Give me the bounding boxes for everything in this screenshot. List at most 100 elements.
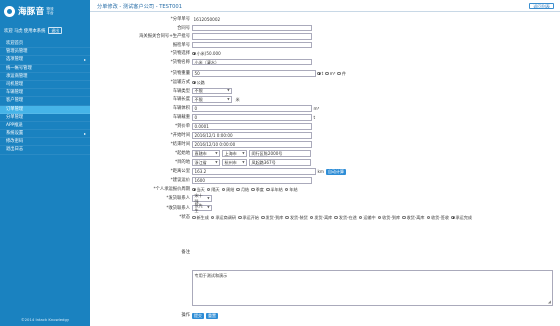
status-radio[interactable]	[285, 215, 289, 220]
vehicle-volume-input[interactable]: 0	[192, 105, 312, 112]
origin-city-select[interactable]: 上海市 ▼	[222, 150, 247, 157]
destination-detail-input[interactable]: 凤起路367号	[249, 159, 311, 166]
status-option[interactable]: 承运开始	[237, 215, 259, 221]
distance-input[interactable]: 163.2	[192, 168, 316, 175]
bid-period-option[interactable]: 周结	[221, 187, 234, 193]
customs-no-input[interactable]	[192, 33, 312, 40]
vehicle-load-input[interactable]: 0	[192, 114, 312, 121]
end-time-input[interactable]: 2016/12/10 0:00:00	[192, 141, 312, 148]
logout-button[interactable]: 退出	[48, 27, 62, 34]
sidebar-item[interactable]: 订单管理	[0, 105, 90, 114]
bid-period-radio[interactable]	[284, 187, 289, 192]
status-option[interactable]: 收货-签收	[426, 215, 449, 221]
bid-period-radio[interactable]	[206, 187, 211, 192]
bid-period-option[interactable]: 季度	[251, 187, 264, 193]
sidebar: 海豚音 物流 平台 欢迎 马虎 使用本系统 退出 欢迎首页 管理员管理 选项管理 ▸ 统…	[0, 0, 90, 326]
status-option[interactable]: 运输中	[358, 215, 376, 221]
sidebar-item[interactable]: 系统设置 ▸	[0, 130, 90, 139]
contract-no-input[interactable]	[192, 24, 312, 32]
start-time-input[interactable]: 2016/12/1 0:00:00	[192, 132, 312, 139]
sidebar-item[interactable]: 客户管理	[0, 97, 90, 106]
sidebar-item[interactable]: APP推送	[0, 122, 90, 131]
row-distance: *距离公里 163.2 km 自动计算	[90, 168, 560, 175]
status-option[interactable]: 收货-到库	[377, 215, 400, 221]
sidebar-item[interactable]: 管理员管理	[0, 48, 90, 57]
vehicle-type-select[interactable]: 不限 ▼	[192, 87, 232, 95]
sidebar-item-label: 系统设置	[6, 131, 24, 137]
status-option[interactable]: 发货-装货	[285, 215, 308, 221]
bid-period-radio[interactable]	[192, 187, 196, 192]
status-option[interactable]: 发货-在途	[334, 215, 357, 221]
sidebar-item[interactable]: 欢迎首页	[0, 40, 90, 49]
row-inspection-no: 报检单号	[90, 41, 560, 49]
sidebar-item[interactable]: 分单管理	[0, 114, 90, 122]
goods-name-input[interactable]: 小米（凄水）	[192, 58, 312, 66]
unit-m3-option[interactable]: m³	[325, 71, 335, 76]
status-radio[interactable]	[402, 215, 406, 220]
origin-detail-input[interactable]: 闵行区陈2000号	[249, 150, 311, 157]
bid-period-radio[interactable]	[236, 187, 240, 192]
remarks-textarea[interactable]: 专用于测试和演示 ◢	[192, 270, 553, 306]
row-goods-weight: *货物重量 50 t m³ 件	[90, 70, 560, 77]
status-option[interactable]: 承运商调研	[210, 215, 236, 221]
back-to-list-button[interactable]: 返回列表	[529, 3, 554, 9]
vehicle-length-select[interactable]: 不限 ▼	[192, 96, 232, 103]
bid-period-option[interactable]: 当天	[192, 187, 205, 193]
transport-radio[interactable]	[192, 80, 196, 85]
unit-t-option[interactable]: t	[317, 71, 323, 76]
status-radio[interactable]	[210, 215, 215, 220]
status-option[interactable]: 发货-到库	[260, 215, 283, 221]
submit-button[interactable]: 提交	[192, 312, 204, 319]
status-radio[interactable]	[237, 215, 242, 220]
destination-province-select[interactable]: 浙江省 ▼	[192, 159, 220, 166]
status-radio[interactable]	[309, 215, 314, 220]
bid-period-option[interactable]: 隔天	[206, 187, 220, 193]
logo-text: 海豚音	[18, 7, 45, 17]
sidebar-item[interactable]: 选项管理 ▸	[0, 56, 90, 65]
suggested-freight-input[interactable]: 1600	[192, 177, 312, 184]
transport-option[interactable]: 公路	[192, 80, 205, 86]
receiver-contact-select[interactable]: 张先生 ▼	[192, 203, 212, 213]
unit-m3-radio[interactable]	[325, 71, 329, 76]
status-radio[interactable]	[192, 215, 196, 220]
bid-period-radio[interactable]	[265, 187, 270, 192]
goods-weight-input[interactable]: 50	[192, 70, 316, 77]
status-option[interactable]: 发货-离库	[309, 215, 332, 221]
bid-period-option[interactable]: 年结	[284, 187, 298, 193]
inspection-no-input[interactable]	[192, 41, 312, 49]
sidebar-item[interactable]: 司机管理	[0, 81, 90, 90]
row-contract-no: 合同号	[90, 24, 560, 32]
status-radio[interactable]	[358, 215, 363, 220]
sidebar-item[interactable]: 车辆管理	[0, 89, 90, 98]
status-radio[interactable]	[377, 215, 382, 220]
sidebar-item[interactable]: 修改密码	[0, 138, 90, 147]
status-radio[interactable]	[260, 215, 265, 220]
reset-button[interactable]: 重置	[206, 312, 218, 319]
sidebar-item[interactable]: 退出日志	[0, 146, 90, 155]
bid-period-option[interactable]: 月结	[236, 187, 249, 193]
sidebar-item[interactable]: 统一帐号管理	[0, 65, 90, 73]
bid-period-option[interactable]: 半年结	[265, 187, 283, 193]
status-option[interactable]: 新生成	[192, 215, 209, 221]
status-radio[interactable]	[334, 215, 338, 220]
status-option[interactable]: 承运完成	[450, 215, 472, 221]
unit-pc-option[interactable]: 件	[337, 71, 346, 77]
goods-select-option[interactable]: 小米(50.000	[192, 51, 221, 57]
auto-calculate-button[interactable]: 自动计算	[326, 168, 347, 175]
destination-city-select[interactable]: 杭州市 ▼	[222, 159, 247, 166]
bid-period-radio[interactable]	[221, 187, 226, 192]
resize-grip-icon[interactable]: ◢	[548, 299, 551, 304]
row-customs-no: 海关报关合同号+生产批号	[90, 33, 560, 40]
status-radio[interactable]	[426, 215, 431, 220]
unit-t-radio[interactable]	[317, 71, 321, 76]
price-input[interactable]: 0.0001	[192, 123, 312, 130]
status-radio[interactable]	[450, 215, 455, 220]
bid-period-radio[interactable]	[251, 187, 255, 192]
status-option[interactable]: 收货-离库	[402, 215, 425, 221]
distance-unit: km	[317, 169, 325, 174]
shipper-contact-select[interactable]: 宋十强 ▼	[192, 193, 212, 204]
sidebar-item[interactable]: 承运商管理	[0, 73, 90, 81]
origin-province-select[interactable]: 直辖市 ▼	[192, 150, 220, 157]
goods-radio[interactable]	[192, 51, 196, 56]
unit-pc-radio[interactable]	[337, 71, 342, 76]
